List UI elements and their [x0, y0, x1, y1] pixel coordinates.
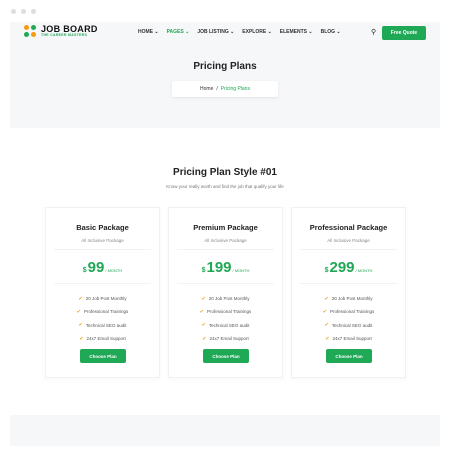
- logo-icon: [24, 25, 37, 38]
- plan-subtitle: All Inclusive Package: [327, 238, 370, 243]
- window-dot: [31, 9, 36, 14]
- check-icon: ✔: [78, 322, 83, 329]
- feature-item: ✔ Professional Trainings: [292, 305, 405, 318]
- divider: [177, 283, 274, 284]
- plan-name: Professional Package: [309, 223, 388, 232]
- divider: [300, 249, 397, 250]
- feature-item: ✔ 24x7 Email Support: [46, 332, 159, 345]
- divider: [300, 283, 397, 284]
- plan-subtitle: All Inclusive Package: [204, 238, 247, 243]
- feature-item: ✔ 24x7 Email Support: [292, 332, 405, 345]
- plan-price: $ 99 / MONTH: [46, 259, 159, 276]
- price-period: / MONTH: [105, 268, 123, 273]
- feature-text: Professional Trainings: [206, 309, 252, 315]
- feature-list: ✔ 20 Job Post Monthly ✔ Professional Traini…: [46, 292, 159, 345]
- feature-list: ✔ 20 Job Post Monthly ✔ Professional Traini…: [169, 292, 282, 345]
- check-icon: ✔: [202, 335, 207, 342]
- feature-text: 24x7 Email Support: [86, 336, 126, 342]
- feature-item: ✔ Professional Trainings: [169, 305, 282, 318]
- feature-item: ✔ 20 Job Post Monthly: [46, 292, 159, 305]
- feature-item: ✔ 24x7 Email Support: [169, 332, 282, 345]
- price-amount: 99: [87, 259, 105, 276]
- feature-list: ✔ 20 Job Post Monthly ✔ Professional Traini…: [292, 292, 405, 345]
- nav-home[interactable]: HOME ⌄: [138, 29, 159, 35]
- plan-price: $ 299 / MONTH: [292, 259, 405, 276]
- main-menu: HOME ⌄ PAGES ⌄ JOB LISTING ⌄ EXPLORE ⌄ E…: [138, 29, 341, 35]
- choose-plan-button[interactable]: Choose Plan: [80, 349, 126, 363]
- feature-item: ✔ 20 Job Post Monthly: [292, 292, 405, 305]
- check-icon: ✔: [325, 335, 330, 342]
- check-icon: ✔: [201, 295, 206, 302]
- window-controls: [11, 9, 36, 14]
- page-title: Pricing Plans: [193, 61, 257, 72]
- breadcrumb: Home / Pricing Plans: [172, 81, 278, 97]
- price-amount: 199: [206, 259, 232, 276]
- check-icon: ✔: [201, 322, 206, 329]
- free-quote-button[interactable]: Free Quote: [382, 26, 426, 40]
- currency-symbol: $: [82, 267, 87, 274]
- plan-name: Premium Package: [193, 223, 258, 232]
- feature-text: Professional Trainings: [329, 309, 375, 315]
- feature-text: 20 Job Post Monthly: [85, 296, 127, 302]
- feature-text: Technical SEO audit: [85, 322, 127, 328]
- feature-item: ✔ Technical SEO audit: [46, 319, 159, 332]
- check-icon: ✔: [76, 308, 81, 315]
- divider: [54, 283, 151, 284]
- breadcrumb-current: Pricing Plans: [220, 86, 250, 92]
- search-icon[interactable]: ⚲: [371, 28, 376, 36]
- check-icon: ✔: [324, 295, 329, 302]
- breadcrumb-home[interactable]: Home: [200, 86, 213, 92]
- currency-symbol: $: [324, 267, 329, 274]
- feature-text: Technical SEO audit: [331, 322, 373, 328]
- pricing-card: Premium Package All Inclusive Package $ …: [168, 207, 283, 378]
- choose-plan-button[interactable]: Choose Plan: [326, 349, 372, 363]
- feature-text: 20 Job Post Monthly: [208, 296, 250, 302]
- divider: [54, 249, 151, 250]
- currency-symbol: $: [201, 267, 206, 274]
- pricing-card: Professional Package All Inclusive Packa…: [291, 207, 406, 378]
- price-period: / MONTH: [232, 268, 250, 273]
- breadcrumb-separator: /: [216, 86, 218, 92]
- price-period: / MONTH: [355, 268, 373, 273]
- navbar: JOB BOARD THE CAREER MASTERS HOME ⌄ PAGE…: [10, 22, 440, 44]
- plan-price: $ 199 / MONTH: [169, 259, 282, 276]
- nav-pages[interactable]: PAGES ⌄: [167, 29, 190, 35]
- check-icon: ✔: [79, 335, 84, 342]
- window-dot: [21, 9, 26, 14]
- nav-blog[interactable]: BLOG ⌄: [321, 29, 341, 35]
- section-title: Pricing Plan Style #01: [173, 167, 277, 178]
- check-icon: ✔: [199, 308, 204, 315]
- check-icon: ✔: [322, 308, 327, 315]
- feature-text: Technical SEO audit: [208, 322, 250, 328]
- nav-elements[interactable]: ELEMENTS ⌄: [280, 29, 313, 35]
- window-dot: [11, 9, 16, 14]
- check-icon: ✔: [78, 295, 83, 302]
- section-subtitle: Know your really worth and find the job …: [166, 184, 284, 189]
- feature-item: ✔ Technical SEO audit: [292, 319, 405, 332]
- feature-text: Professional Trainings: [83, 309, 129, 315]
- feature-item: ✔ 20 Job Post Monthly: [169, 292, 282, 305]
- feature-item: ✔ Technical SEO audit: [169, 319, 282, 332]
- price-amount: 299: [329, 259, 355, 276]
- check-icon: ✔: [324, 322, 329, 329]
- feature-text: 24x7 Email Support: [332, 336, 372, 342]
- nav-explore[interactable]: EXPLORE ⌄: [242, 29, 271, 35]
- footer-strip: [10, 415, 440, 446]
- nav-job-listing[interactable]: JOB LISTING ⌄: [197, 29, 234, 35]
- feature-text: 24x7 Email Support: [209, 336, 249, 342]
- divider: [177, 249, 274, 250]
- page: JOB BOARD THE CAREER MASTERS HOME ⌄ PAGE…: [10, 22, 440, 446]
- logo-tagline: THE CAREER MASTERS: [41, 33, 88, 38]
- feature-item: ✔ Professional Trainings: [46, 305, 159, 318]
- hero-section: JOB BOARD THE CAREER MASTERS HOME ⌄ PAGE…: [10, 22, 440, 128]
- feature-text: 20 Job Post Monthly: [331, 296, 373, 302]
- choose-plan-button[interactable]: Choose Plan: [203, 349, 249, 363]
- pricing-card: Basic Package All Inclusive Package $ 99…: [45, 207, 160, 378]
- plan-name: Basic Package: [76, 223, 129, 232]
- plan-subtitle: All Inclusive Package: [81, 238, 124, 243]
- logo[interactable]: JOB BOARD THE CAREER MASTERS: [24, 25, 98, 38]
